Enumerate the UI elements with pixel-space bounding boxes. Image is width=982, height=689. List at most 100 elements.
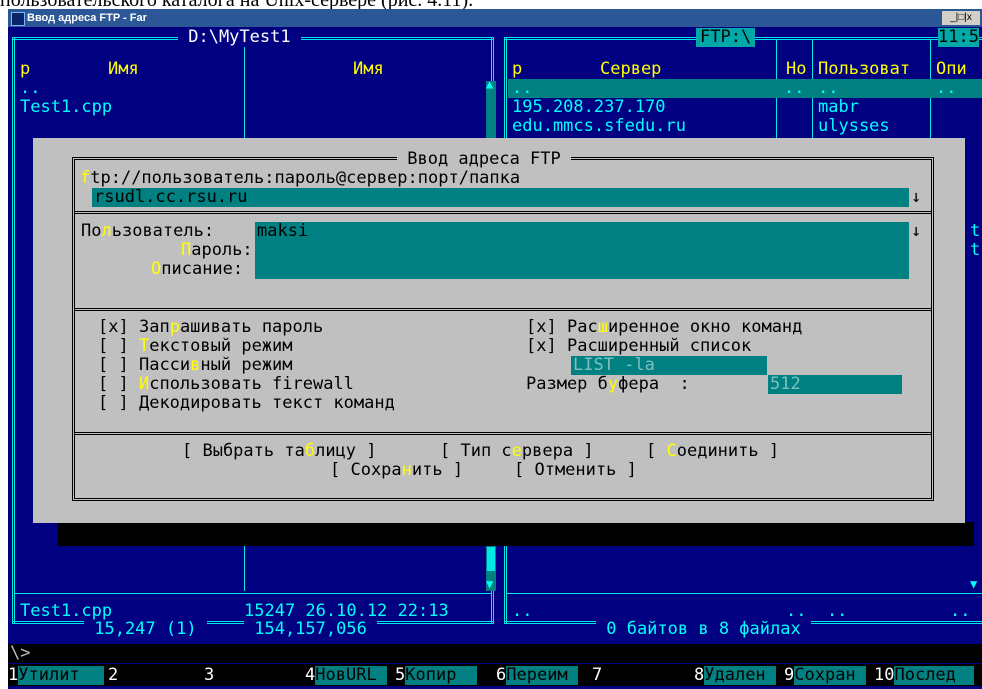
save-hotkey: н	[401, 460, 412, 480]
user-history-arrow-icon[interactable]: ↓	[911, 222, 921, 241]
table-row-server-1[interactable]: 195.208.237.170	[512, 98, 666, 117]
keybar-f9-num: 9	[784, 665, 795, 685]
connect-button[interactable]: [ Соединить ]	[646, 442, 779, 461]
prompt-line	[8, 644, 982, 663]
checkbox-use-firewall-box[interactable]: [ ]	[98, 374, 129, 394]
right-col-header-desc[interactable]: Опи	[936, 60, 967, 79]
select-table-button[interactable]: [ Выбрать таблицу ]	[182, 442, 377, 461]
select-table-a: [ Выбрать та	[182, 441, 305, 461]
command-prompt-text[interactable]: \>	[10, 644, 30, 663]
keybar-f4-num: 4	[305, 665, 316, 685]
user-input-value: maksi	[257, 221, 309, 241]
keybar-f1[interactable]: 1Утилит	[8, 665, 105, 685]
checkbox-use-firewall[interactable]: [ ] Использовать firewall	[98, 375, 354, 394]
scroll-up-icon[interactable]: ▲	[486, 75, 493, 94]
checkbox-use-firewall-hotkey: И	[138, 374, 150, 394]
buffer-hotkey: у	[607, 374, 619, 394]
keybar-f7[interactable]: 7	[592, 666, 688, 685]
clock: 11:5	[938, 27, 979, 47]
connect-a: [	[646, 441, 667, 461]
keybar-f5-num: 5	[395, 665, 406, 685]
keybar-f3-num: 3	[204, 665, 215, 685]
left-col-header-name-2[interactable]: Имя	[353, 60, 384, 79]
url-hotkey: f	[80, 168, 91, 188]
keybar-f4[interactable]: 4НовURL	[305, 665, 388, 685]
left-footer-count: 15,247 (1)	[84, 619, 207, 639]
keybar-f10[interactable]: 10Послед	[874, 666, 975, 685]
keybar-f8[interactable]: 8Удален	[694, 666, 777, 685]
user-label-b: ьзователь:	[111, 221, 215, 241]
keybar-f2[interactable]: 2	[108, 666, 198, 685]
list-command-value: LIST -la	[573, 355, 655, 375]
cancel-button[interactable]: [ Отменить ]	[514, 461, 637, 480]
keybar-f9-label: Сохран	[794, 666, 867, 685]
list-command-input[interactable]: LIST -la	[571, 356, 767, 375]
password-label-text: ароль:	[191, 240, 253, 260]
checkbox-decode-commands-box[interactable]: [ ]	[98, 393, 129, 413]
right-col-header-no[interactable]: Но	[786, 60, 806, 79]
checkbox-extended-list-label: Расширенный список	[566, 336, 752, 356]
checkbox-decode-commands[interactable]: [ ] Декодировать текст команд	[98, 394, 395, 413]
keybar: 1Утилит 2 3 4НовURL 5Копир 6Переим 7 8Уд…	[8, 664, 982, 686]
keybar-f1-num: 1	[8, 665, 19, 685]
checkbox-ask-password[interactable]: [x] Запрашивать пароль	[98, 318, 323, 337]
buffer-label-b: фера :	[618, 374, 690, 394]
left-footer-bytes: 154,157,056	[244, 619, 378, 639]
checkbox-passive-mode-box[interactable]: [ ]	[98, 355, 129, 375]
right-panel-title[interactable]: FTP:\	[696, 28, 756, 47]
checkbox-extended-list[interactable]: [x] Расширенный список	[526, 337, 751, 356]
keybar-f4-label: НовURL	[315, 666, 388, 685]
table-row-server-2[interactable]: edu.mmcs.sfedu.ru	[512, 117, 686, 136]
password-hotkey: П	[181, 240, 192, 260]
far-console: D:\MyTest1 р Имя Имя .. Test1.cpp ▲ ▼ Te…	[8, 27, 982, 689]
checkbox-text-mode-hotkey: Т	[138, 336, 150, 356]
right-scroll-down-icon[interactable]: ▼	[970, 575, 977, 594]
left-col-header-name[interactable]: Имя	[108, 60, 139, 79]
table-row-selected[interactable]	[508, 79, 982, 98]
table-row-user-2: ulysses	[818, 116, 890, 136]
checkbox-extended-cmd-window[interactable]: [x] Расширенное окно команд	[526, 318, 802, 337]
keybar-f5-label: Копир	[405, 666, 478, 685]
user-input[interactable]: maksi	[255, 222, 909, 241]
left-panel-path[interactable]: D:\MyTest1	[178, 28, 301, 47]
keybar-f9[interactable]: 9Сохран	[784, 665, 867, 685]
scroll-thumb[interactable]	[487, 547, 495, 571]
checkbox-ask-password-box[interactable]: [x]	[98, 317, 129, 337]
window-controls[interactable]: _|□|x	[942, 11, 980, 25]
save-a: [ Сохра	[330, 460, 402, 480]
right-col-header-user[interactable]: Пользоват	[818, 60, 910, 79]
checkbox-text-mode[interactable]: [ ] Текстовый режим	[98, 337, 293, 356]
server-type-a: [ Тип с	[440, 441, 512, 461]
left-col-header-1: р	[20, 59, 31, 79]
checkbox-extended-cmd-window-box[interactable]: [x]	[526, 317, 557, 337]
dialog-shadow	[58, 522, 974, 546]
checkbox-passive-mode[interactable]: [ ] Пассивный режим	[98, 356, 293, 375]
keybar-f6-num: 6	[496, 665, 507, 685]
keybar-f5[interactable]: 5Копир	[395, 665, 478, 685]
file-test1-cpp[interactable]: Test1.cpp	[20, 98, 112, 117]
server-type-button[interactable]: [ Тип сервера ]	[440, 442, 594, 461]
right-status-dots-2: ..	[950, 601, 971, 621]
password-input[interactable]	[255, 241, 909, 260]
server-type-b: рвера ]	[521, 441, 594, 461]
file-parent-dir[interactable]: ..	[20, 79, 40, 98]
right-col-header-server[interactable]: Сервер	[600, 60, 661, 79]
checkbox-extended-list-box[interactable]: [x]	[526, 336, 557, 356]
checkbox-extended-cmd-window-label-a: Рас	[566, 317, 598, 337]
save-button[interactable]: [ Сохранить ]	[330, 461, 463, 480]
checkbox-text-mode-box[interactable]: [ ]	[98, 336, 129, 356]
url-input[interactable]: rsudl.cc.rsu.ru	[92, 188, 909, 207]
keybar-f6[interactable]: 6Переим	[496, 665, 579, 685]
description-input[interactable]	[255, 260, 909, 279]
user-label: Пользователь:	[81, 222, 214, 241]
buffer-size-input[interactable]: 512	[768, 375, 902, 394]
user-hotkey: л	[101, 221, 112, 241]
url-history-arrow-icon[interactable]: ↓	[911, 188, 921, 207]
select-table-b: лицу ]	[315, 441, 377, 461]
keybar-f3[interactable]: 3	[204, 666, 300, 685]
keybar-f8-label: Удален	[704, 666, 777, 685]
row-parent-server[interactable]: ..	[512, 79, 532, 98]
scroll-down-icon[interactable]: ▼	[486, 575, 493, 594]
checkbox-decode-commands-label: Декодировать текст команд	[138, 393, 395, 413]
checkbox-ask-password-hotkey: р	[169, 317, 180, 337]
